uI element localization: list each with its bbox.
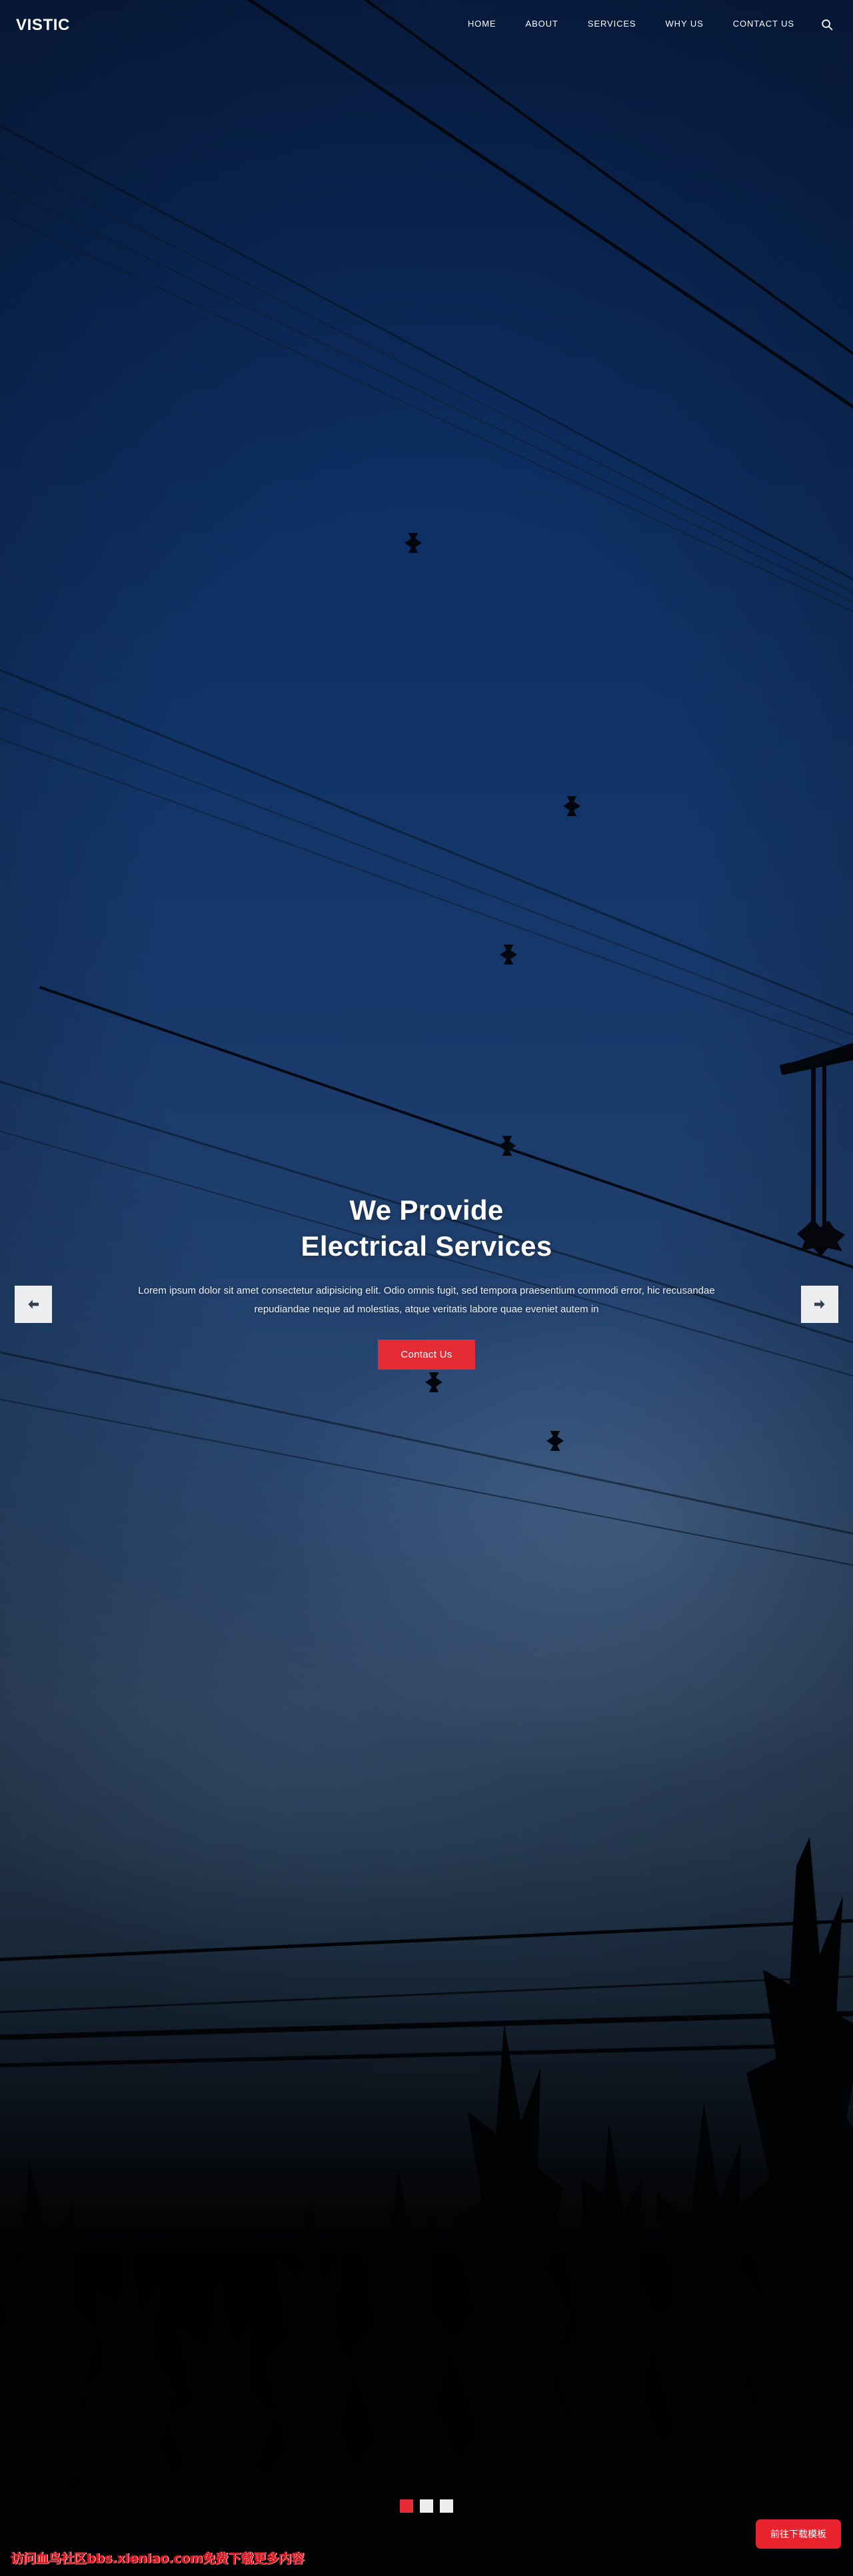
nav-item-services[interactable]: SERVICES xyxy=(588,19,636,29)
hero-title-line-1: We Provide xyxy=(349,1194,504,1226)
arrow-right-icon xyxy=(812,1298,827,1310)
nav-item-why-us[interactable]: WHY US xyxy=(666,19,704,29)
site-header: VISTIC HOME ABOUT SERVICES WHY US CONTAC… xyxy=(0,0,853,51)
nav-item-about[interactable]: ABOUT xyxy=(526,19,558,29)
search-icon[interactable] xyxy=(820,17,834,32)
nav-item-home[interactable]: HOME xyxy=(468,19,496,29)
hero-description: Lorem ipsum dolor sit amet consectetur a… xyxy=(138,1284,715,1316)
hero-slide-content: We Provide Electrical Services Lorem ips… xyxy=(0,1192,853,1370)
arrow-left-icon xyxy=(26,1298,41,1310)
site-logo[interactable]: VISTIC xyxy=(16,16,70,35)
slider-prev-button[interactable] xyxy=(15,1286,52,1323)
site-watermark: 访问血鸟社区bbs.xieniao.com免费下载更多内容 xyxy=(11,2551,305,2566)
contact-us-button[interactable]: Contact Us xyxy=(378,1339,475,1370)
hero-title: We Provide Electrical Services xyxy=(0,1192,853,1264)
slider-indicator-2[interactable] xyxy=(420,2499,433,2513)
download-template-button[interactable]: 前往下载模板 xyxy=(756,2519,841,2549)
slider-indicator-1[interactable] xyxy=(400,2499,413,2513)
slider-next-button[interactable] xyxy=(801,1286,838,1323)
slider-indicators xyxy=(0,2499,853,2513)
slider-indicator-3[interactable] xyxy=(440,2499,453,2513)
main-navigation: HOME ABOUT SERVICES WHY US CONTACT US xyxy=(468,19,794,29)
hero-title-line-2: Electrical Services xyxy=(301,1230,552,1262)
hero-slider-stage: VISTIC HOME ABOUT SERVICES WHY US CONTAC… xyxy=(0,0,853,2576)
nav-item-contact-us[interactable]: CONTACT US xyxy=(733,19,794,29)
